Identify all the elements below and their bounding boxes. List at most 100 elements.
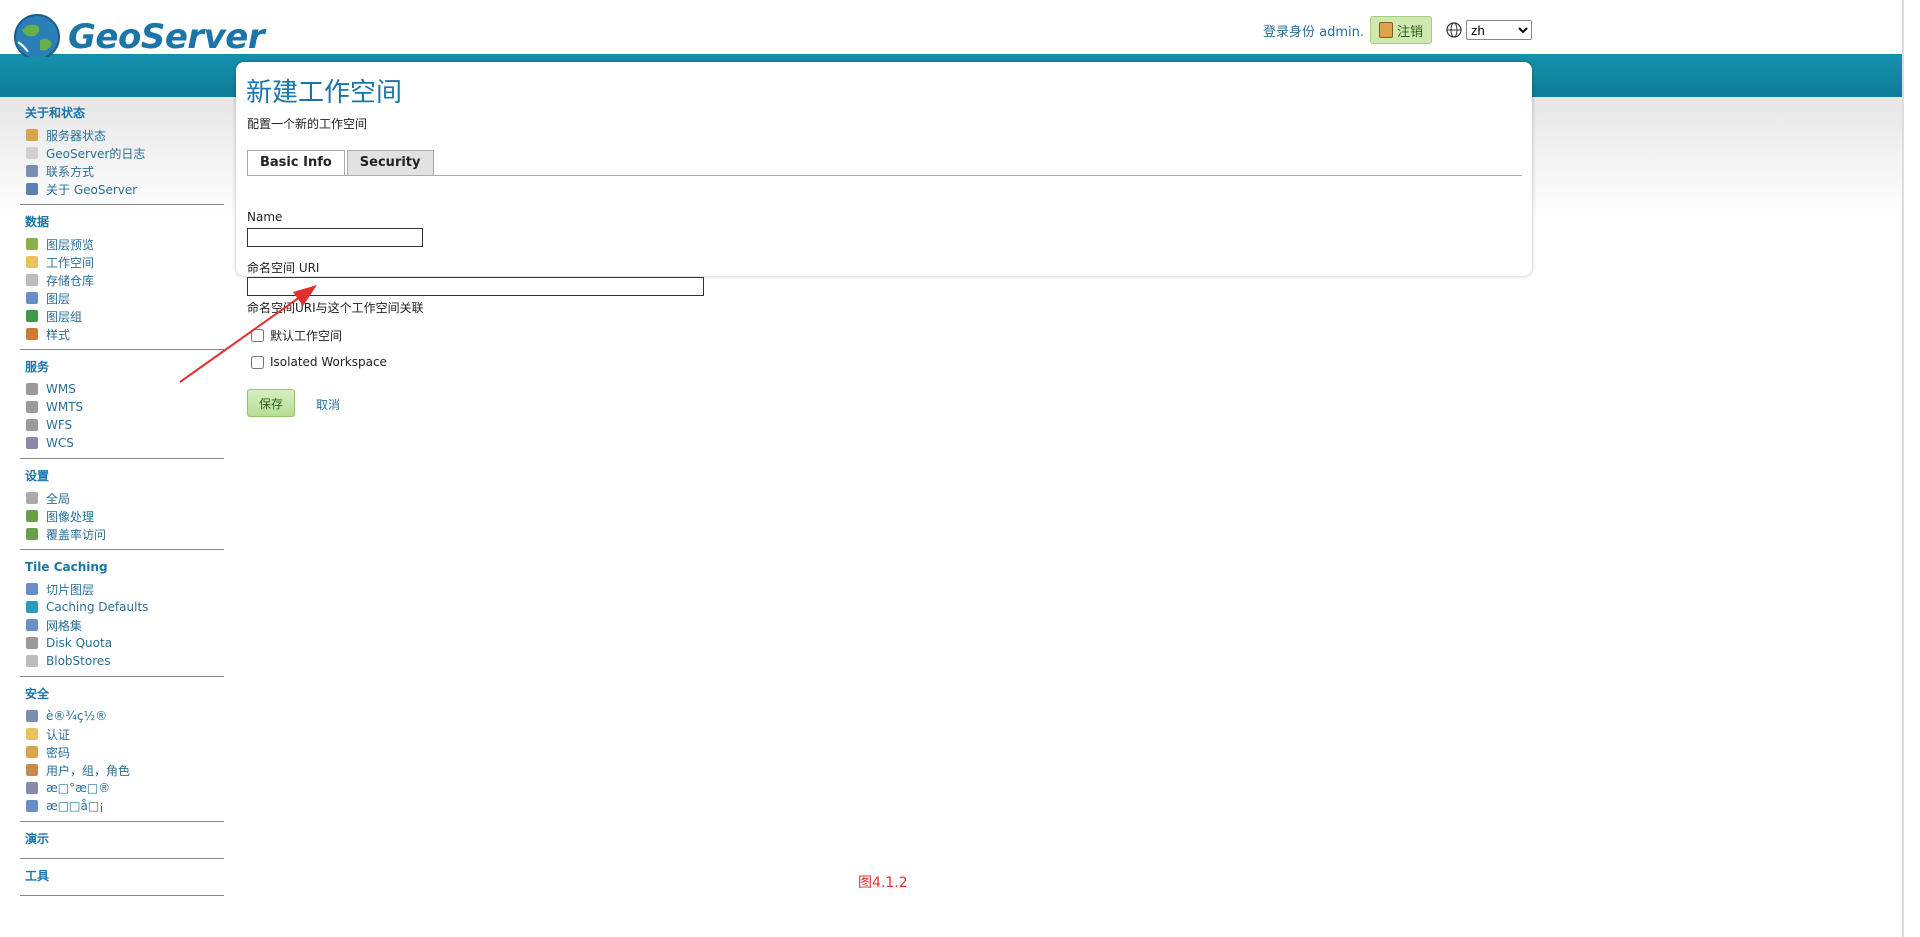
tile-layer-icon <box>26 583 38 595</box>
tab-basic-info[interactable]: Basic Info <box>247 150 345 176</box>
disk-quota-icon <box>26 637 38 649</box>
sidebar-section: 演示 <box>20 830 224 859</box>
sidebar-item-label: 密码 <box>46 745 71 760</box>
sidebar-item[interactable]: 网格集 <box>26 616 224 634</box>
sidebar-item[interactable]: 图像处理 <box>26 507 224 525</box>
sidebar-item-label: 联系方式 <box>46 164 95 179</box>
sidebar-item-label: 服务器状态 <box>46 128 107 143</box>
language-switcher: zh <box>1446 20 1533 40</box>
sidebar-item-label: 图像处理 <box>46 509 95 524</box>
sidebar-item[interactable]: GeoServer的日志 <box>26 144 224 162</box>
sidebar-item[interactable]: WMTS <box>26 398 224 416</box>
wmts-icon <box>26 401 38 413</box>
sidebar-item[interactable]: 用户，组，角色 <box>26 761 224 779</box>
sidebar-section-title[interactable]: 工具 <box>25 867 224 885</box>
sidebar-item[interactable]: 切片图层 <box>26 580 224 598</box>
sidebar-section: Tile Caching 切片图层 Caching Defaults 网格集 Disk … <box>20 558 224 677</box>
save-button[interactable]: 保存 <box>247 389 295 417</box>
name-input[interactable] <box>247 228 423 247</box>
sidebar-item-label: è®¾ç½® <box>46 709 108 723</box>
password-lock-icon <box>26 746 38 758</box>
sidebar-item-label: BlobStores <box>46 654 111 668</box>
logout-button[interactable]: 注销 <box>1370 16 1433 44</box>
sidebar-item[interactable]: WFS <box>26 416 224 434</box>
layer-preview-icon <box>26 238 38 250</box>
header: GeoServer 登录身份 admin. 注销 zh <box>0 0 1902 60</box>
global-icon <box>26 492 38 504</box>
server-status-icon <box>26 129 38 141</box>
sidebar-item-label: 网格集 <box>46 618 83 633</box>
geoserver-logo[interactable]: GeoServer <box>12 12 265 62</box>
globe-icon <box>1446 22 1462 38</box>
sidebar-item[interactable]: 联系方式 <box>26 162 224 180</box>
layer-icon <box>26 292 38 304</box>
sidebar-section: 工具 <box>20 867 224 896</box>
globe-logo-icon <box>14 14 60 60</box>
sidebar-item-label: WMS <box>46 382 76 396</box>
sidebar-item[interactable]: 密码 <box>26 743 224 761</box>
logo-text: GeoServer <box>68 17 265 57</box>
sidebar-item[interactable]: 工作空间 <box>26 253 224 271</box>
sidebar-item[interactable]: æ□□å□¡ <box>26 797 224 815</box>
sidebar-section: 设置全局图像处理覆盖率访问 <box>20 467 224 550</box>
service-security-icon <box>26 800 38 812</box>
sidebar-item[interactable]: æ□°æ□® <box>26 779 224 797</box>
sidebar-item-label: Caching Defaults <box>46 600 149 614</box>
sidebar-item-label: æ□°æ□® <box>46 781 111 795</box>
sidebar-item-label: 覆盖率访问 <box>46 527 107 542</box>
logout-icon <box>1379 22 1393 38</box>
sidebar-section-title[interactable]: 演示 <box>25 830 224 848</box>
style-icon <box>26 328 38 340</box>
sidebar-item-label: 样式 <box>46 327 71 342</box>
sidebar-item[interactable]: Caching Defaults <box>26 598 224 616</box>
sidebar-item-label: 切片图层 <box>46 582 95 597</box>
wms-icon <box>26 383 38 395</box>
namespace-uri-label: 命名空间 URI <box>247 261 320 275</box>
log-icon <box>26 147 38 159</box>
sidebar-section: 安全 è®¾ç½® 认证密码用户，组，角色 æ□°æ□® æ□□å□¡ <box>20 685 224 822</box>
name-label: Name <box>247 210 283 224</box>
layer-group-icon <box>26 310 38 322</box>
sidebar-item[interactable]: WCS <box>26 434 224 452</box>
tab-security[interactable]: Security <box>346 150 434 175</box>
wfs-icon <box>26 419 38 431</box>
login-area: 登录身份 admin. 注销 zh <box>1263 16 1533 44</box>
sidebar-item-label: WMTS <box>46 400 84 414</box>
language-select[interactable]: zh <box>1466 20 1533 40</box>
sidebar-item[interactable]: 服务器状态 <box>26 126 224 144</box>
caching-defaults-icon <box>26 601 38 613</box>
sidebar-item-label: 存储仓库 <box>46 273 95 288</box>
sidebar-item-label: 工作空间 <box>46 255 95 270</box>
sidebar-section-title[interactable]: 安全 <box>25 685 224 703</box>
sidebar: 关于和状态服务器状态 GeoServer的日志联系方式关于 GeoServer 数据… <box>20 104 224 904</box>
sidebar-item[interactable]: Disk Quota <box>26 634 224 652</box>
tab-bar: Basic Info Security <box>247 150 434 176</box>
gridset-icon <box>26 619 38 631</box>
logout-label: 注销 <box>1397 24 1424 40</box>
annotation-arrow <box>179 285 317 383</box>
sidebar-section-title[interactable]: 数据 <box>25 213 224 231</box>
sidebar-item-label: 用户，组，角色 <box>46 763 131 778</box>
sidebar-item[interactable]: BlobStores <box>26 652 224 670</box>
sidebar-item-label: WCS <box>46 436 74 450</box>
sidebar-item-label: 全局 <box>46 491 71 506</box>
sidebar-section-title[interactable]: Tile Caching <box>25 558 224 576</box>
sidebar-section-title[interactable]: 关于和状态 <box>25 104 224 122</box>
sidebar-section-title[interactable]: 设置 <box>25 467 224 485</box>
page-description: 配置一个新的工作空间 <box>247 117 368 131</box>
login-status: 登录身份 admin. <box>1263 24 1364 40</box>
sidebar-item[interactable]: 关于 GeoServer <box>26 180 224 198</box>
sidebar-item[interactable]: 认证 <box>26 725 224 743</box>
sidebar-section: 关于和状态服务器状态 GeoServer的日志联系方式关于 GeoServer <box>20 104 224 205</box>
sidebar-item[interactable]: è®¾ç½® <box>26 707 224 725</box>
scrollbar-track[interactable] <box>1902 0 1904 937</box>
image-processing-icon <box>26 510 38 522</box>
sidebar-item-label: 关于 GeoServer <box>46 182 138 197</box>
cancel-link[interactable]: 取消 <box>316 396 340 413</box>
sidebar-item-label: WFS <box>46 418 73 432</box>
sidebar-item[interactable]: 图层预览 <box>26 235 224 253</box>
blobstore-icon <box>26 655 38 667</box>
sidebar-item[interactable]: 覆盖率访问 <box>26 525 224 543</box>
settings-wrench-icon <box>26 710 38 722</box>
sidebar-item[interactable]: 全局 <box>26 489 224 507</box>
